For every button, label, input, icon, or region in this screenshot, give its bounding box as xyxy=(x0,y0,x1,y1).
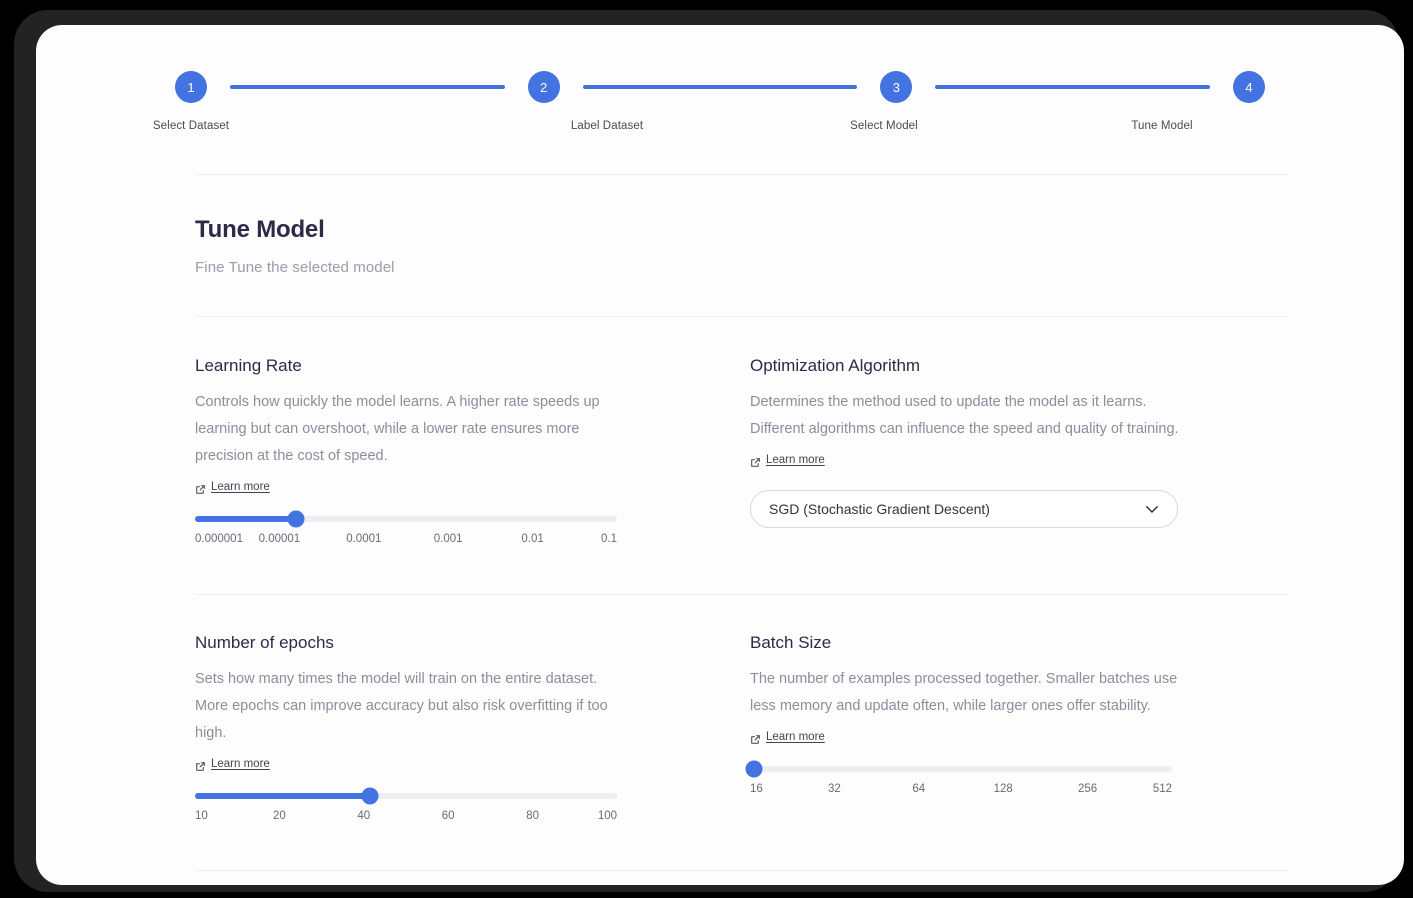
slider-learning-rate[interactable]: 0.000001 0.00001 0.0001 0.001 0.01 0.1 xyxy=(195,510,617,549)
slider-tick-label: 0.000001 xyxy=(195,532,243,545)
external-link-icon xyxy=(195,759,206,771)
learn-more-link-number-of-epochs[interactable]: Learn more xyxy=(195,758,270,771)
learn-more-link-optimization-algorithm[interactable]: Learn more xyxy=(750,454,825,467)
setting-description-learning-rate: Controls how quickly the model learns. A… xyxy=(195,394,600,464)
step-circle-1[interactable]: 1 xyxy=(175,71,207,103)
chevron-down-icon[interactable] xyxy=(1143,500,1161,518)
setting-number-of-epochs: Number of epochs Sets how many times the… xyxy=(195,633,625,826)
setting-learning-rate: Learning Rate Controls how quickly the m… xyxy=(195,356,625,549)
slider-track-batch-size[interactable] xyxy=(745,760,1172,777)
page-title: Tune Model xyxy=(195,216,325,243)
setting-description-number-of-epochs: Sets how many times the model will train… xyxy=(195,671,608,741)
slider-fill-number-of-epochs xyxy=(195,792,371,799)
slider-tick-label: 0.0001 xyxy=(346,532,382,545)
slider-tick-label: 0.1 xyxy=(601,532,617,545)
slider-ticks-batch-size: 16 32 64 128 256 512 xyxy=(750,783,1172,799)
step-connector-3 xyxy=(935,85,1211,89)
setting-optimization-algorithm: Optimization Algorithm Determines the me… xyxy=(750,356,1190,528)
step-label-select-dataset[interactable]: Select Dataset xyxy=(153,120,229,132)
stepper-track: 1 2 3 4 xyxy=(175,68,1266,106)
slider-tick-label: 0.01 xyxy=(521,532,544,545)
setting-title-number-of-epochs: Number of epochs xyxy=(195,633,334,652)
page-subtitle: Fine Tune the selected model xyxy=(195,259,395,276)
slider-fill-learning-rate xyxy=(195,515,297,522)
slider-tick-label: 0.00001 xyxy=(258,532,301,545)
slider-thumb-learning-rate[interactable] xyxy=(287,510,305,527)
stepper-labels: Select Dataset Label Dataset Select Mode… xyxy=(153,120,1265,140)
slider-ticks-learning-rate: 0.000001 0.00001 0.0001 0.001 0.01 0.1 xyxy=(195,533,617,549)
slider-tick-label: 32 xyxy=(827,782,841,795)
slider-number-of-epochs[interactable]: 10 20 40 60 80 100 xyxy=(195,787,617,826)
slider-tick-label: 256 xyxy=(1078,782,1098,795)
slider-tick-label: 80 xyxy=(526,809,539,822)
app-card: 1 2 3 4 Select Dataset Label Dataset Sel… xyxy=(36,25,1404,885)
optimizer-select-value: SGD (Stochastic Gradient Descent) xyxy=(769,500,990,517)
slider-tick-label: 0.001 xyxy=(433,532,463,545)
slider-tick-label: 20 xyxy=(272,809,286,822)
setting-description-batch-size: The number of examples processed togethe… xyxy=(750,671,1178,714)
divider-top xyxy=(195,174,1288,175)
slider-tick-label: 16 xyxy=(750,782,763,795)
divider-heading xyxy=(195,316,1288,317)
slider-tick-label: 10 xyxy=(195,809,208,822)
slider-track-number-of-epochs[interactable] xyxy=(195,787,617,804)
learn-more-label: Learn more xyxy=(766,731,825,743)
divider-middle xyxy=(195,594,1288,595)
slider-tick-label: 512 xyxy=(1152,782,1172,795)
progress-stepper: 1 2 3 4 Select Dataset Label Dataset Sel… xyxy=(153,68,1266,146)
slider-tick-label: 64 xyxy=(912,782,926,795)
setting-description-optimization-algorithm: Determines the method used to update the… xyxy=(750,394,1179,437)
slider-batch-size[interactable]: 16 32 64 128 256 512 xyxy=(745,760,1172,799)
optimizer-select[interactable]: SGD (Stochastic Gradient Descent) xyxy=(750,489,1178,528)
step-connector-1 xyxy=(230,85,505,89)
external-link-icon xyxy=(750,732,761,744)
step-connector-2 xyxy=(582,85,858,89)
slider-tick-label: 40 xyxy=(357,809,371,822)
slider-ticks-number-of-epochs: 10 20 40 60 80 100 xyxy=(195,810,617,826)
setting-title-optimization-algorithm: Optimization Algorithm xyxy=(750,356,921,375)
external-link-icon xyxy=(195,482,206,494)
step-circle-2[interactable]: 2 xyxy=(527,71,560,103)
device-frame: 1 2 3 4 Select Dataset Label Dataset Sel… xyxy=(14,10,1404,892)
step-circle-4[interactable]: 4 xyxy=(1233,71,1266,103)
learn-more-link-learning-rate[interactable]: Learn more xyxy=(195,481,270,494)
learn-more-link-batch-size[interactable]: Learn more xyxy=(750,731,825,744)
slider-tick-label: 128 xyxy=(993,782,1013,795)
step-label-label-dataset[interactable]: Label Dataset xyxy=(571,120,643,132)
page-heading: Tune Model Fine Tune the selected model xyxy=(195,216,895,276)
slider-track-learning-rate[interactable] xyxy=(195,510,617,527)
setting-batch-size: Batch Size The number of examples proces… xyxy=(745,633,1190,799)
step-label-tune-model[interactable]: Tune Model xyxy=(1131,120,1192,132)
learn-more-label: Learn more xyxy=(211,481,270,493)
setting-title-learning-rate: Learning Rate xyxy=(195,356,302,375)
slider-thumb-batch-size[interactable] xyxy=(745,760,763,777)
slider-tick-label: 60 xyxy=(441,809,455,822)
setting-title-batch-size: Batch Size xyxy=(750,633,832,652)
learn-more-label: Learn more xyxy=(766,454,825,466)
step-circle-3[interactable]: 3 xyxy=(880,71,913,103)
slider-thumb-number-of-epochs[interactable] xyxy=(361,787,379,804)
divider-bottom xyxy=(195,870,1288,871)
learn-more-label: Learn more xyxy=(211,758,270,770)
external-link-icon xyxy=(750,455,761,467)
slider-tick-label: 100 xyxy=(597,809,617,822)
step-label-select-model[interactable]: Select Model xyxy=(850,120,918,132)
